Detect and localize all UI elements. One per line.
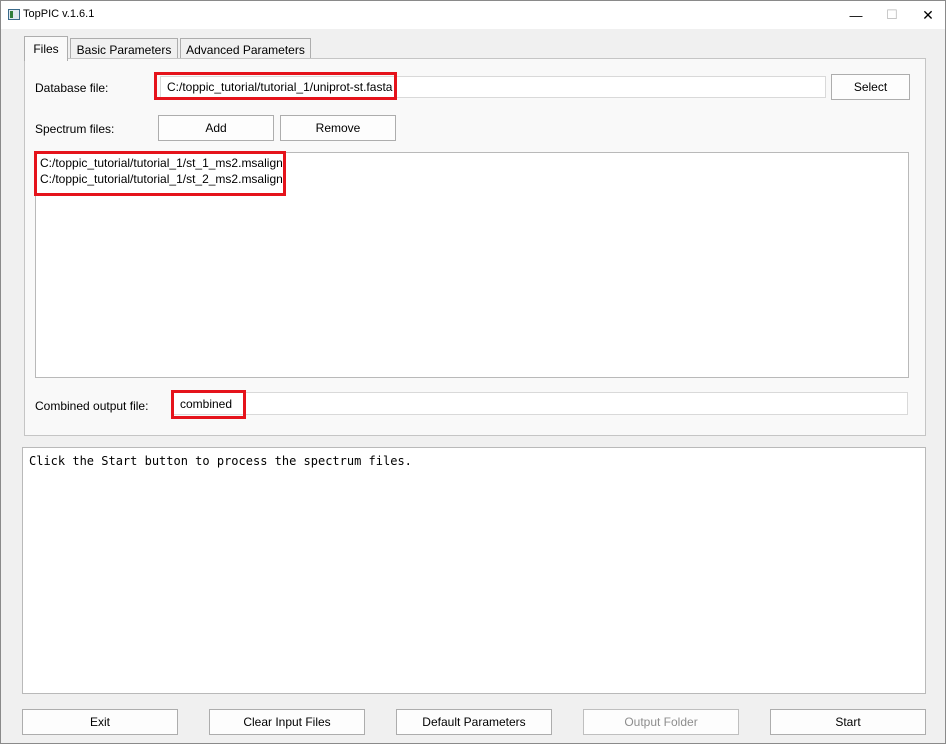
database-file-label: Database file: [35,81,109,95]
spectrum-files-label: Spectrum files: [35,122,115,136]
list-item[interactable]: C:/toppic_tutorial/tutorial_1/st_1_ms2.m… [40,156,283,170]
database-file-input[interactable]: C:/toppic_tutorial/tutorial_1/uniprot-st… [160,76,826,98]
add-button[interactable]: Add [158,115,274,141]
app-icon [8,9,20,20]
combined-output-input[interactable]: combined [173,392,908,415]
select-button[interactable]: Select [831,74,910,100]
tab-files[interactable]: Files [24,36,68,61]
default-parameters-button[interactable]: Default Parameters [396,709,552,735]
output-folder-button[interactable]: Output Folder [583,709,739,735]
clear-input-files-button[interactable]: Clear Input Files [209,709,365,735]
combined-output-label: Combined output file: [35,399,149,413]
toppic-window: TopPIC v.1.6.1 — ☐ ✕ Files Basic Paramet… [0,0,946,744]
log-output[interactable]: Click the Start button to process the sp… [22,447,926,694]
list-item[interactable]: C:/toppic_tutorial/tutorial_1/st_2_ms2.m… [40,172,283,186]
window-title: TopPIC v.1.6.1 [23,8,95,20]
spectrum-files-list[interactable]: C:/toppic_tutorial/tutorial_1/st_1_ms2.m… [35,152,909,378]
close-button[interactable]: ✕ [905,1,946,29]
title-bar[interactable]: TopPIC v.1.6.1 — ☐ ✕ [1,1,945,29]
exit-button[interactable]: Exit [22,709,178,735]
remove-button[interactable]: Remove [280,115,396,141]
tab-basic-parameters[interactable]: Basic Parameters [70,38,178,60]
tab-advanced-parameters[interactable]: Advanced Parameters [180,38,311,60]
files-panel: Database file: C:/toppic_tutorial/tutori… [24,58,926,436]
start-button[interactable]: Start [770,709,926,735]
